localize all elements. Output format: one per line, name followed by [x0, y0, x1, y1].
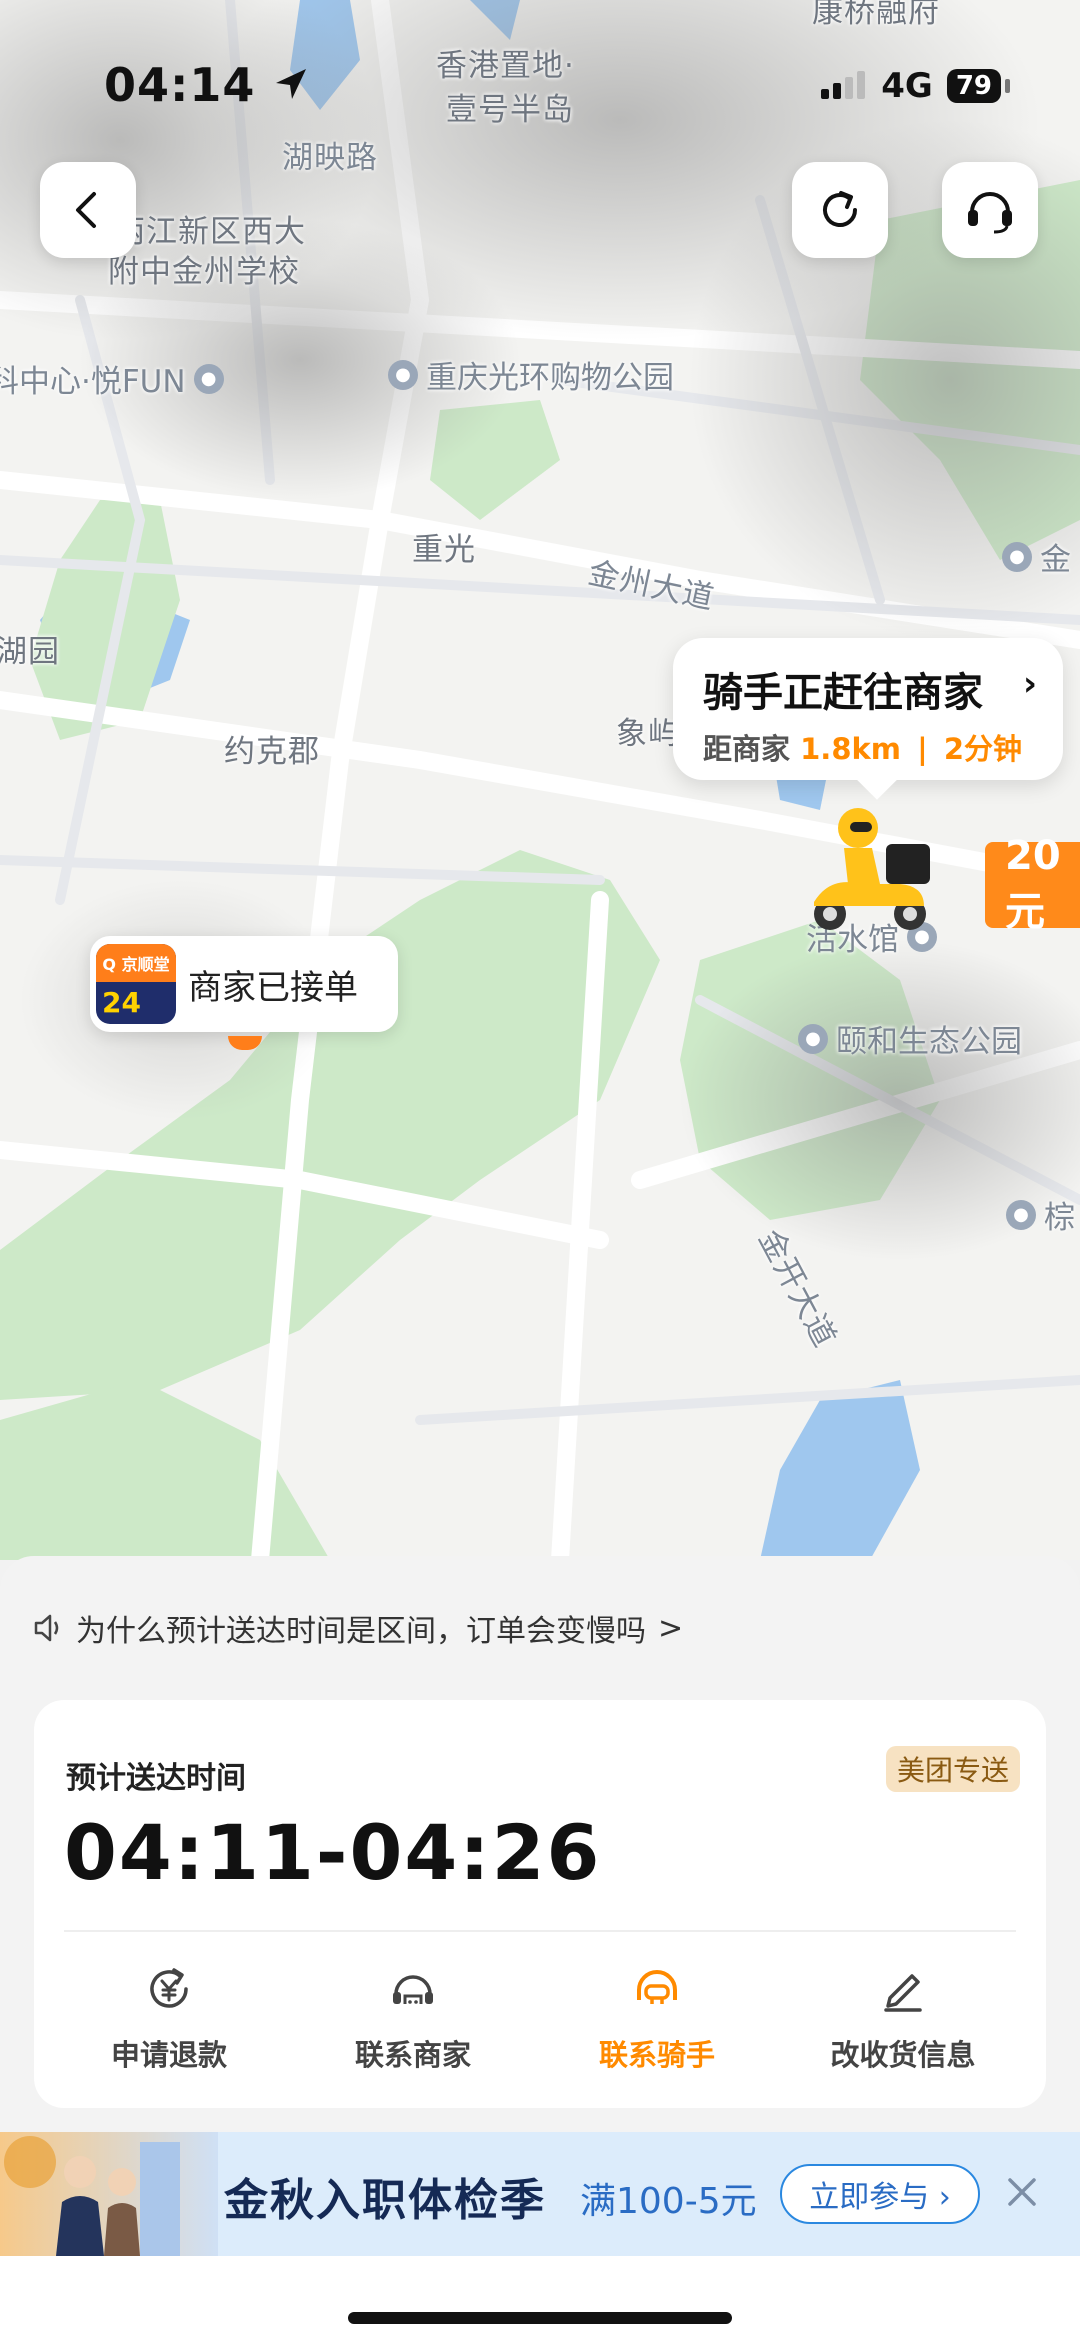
chevron-left-icon — [76, 192, 96, 228]
close-icon[interactable] — [1002, 2172, 1042, 2212]
merchant-logo: Q 京顺堂 24 — [96, 944, 176, 1024]
map-label-top: 康桥融府 — [812, 0, 940, 30]
home-indicator[interactable] — [348, 2312, 732, 2324]
contact-merchant-label: 联系商家 — [354, 2038, 471, 2072]
customer-service-button[interactable] — [942, 162, 1038, 258]
poi-yihe-park: ● 颐和生态公园 — [798, 1016, 1022, 1061]
poi-pin-icon: ● — [1002, 541, 1032, 572]
poi-pin-icon: ● — [1006, 1199, 1036, 1230]
map-label-school-2: 附中金州学校 — [108, 254, 300, 290]
signal-icon — [821, 71, 866, 99]
network-type: 4G — [881, 66, 933, 106]
eta-label: 预计送达时间 — [66, 1761, 246, 1796]
speaker-icon — [34, 1614, 59, 1642]
rider-scooter-icon[interactable] — [800, 806, 940, 936]
promo-offer: 满100-5元 — [580, 2181, 757, 2222]
rider-distance-value: 1.8km — [800, 732, 902, 766]
headset-icon — [968, 192, 1012, 234]
merchant-status-label: 商家已接单 — [188, 967, 358, 1008]
promo-title: 金秋入职体检季 — [224, 2175, 546, 2226]
contact-rider-label: 联系骑手 — [598, 2038, 715, 2072]
map-label-school-1: 两江新区西大 — [114, 214, 306, 250]
eta-time: 04:11-04:26 — [64, 1808, 602, 1897]
refund-label: 申请退款 — [110, 2038, 227, 2072]
promo-people-image — [4, 2136, 180, 2256]
map-label-hk-1: 香港置地· — [436, 48, 575, 84]
bottom-safe-area — [0, 2256, 1080, 2349]
chevron-right-icon: › — [1022, 664, 1037, 704]
merchant-status-tag[interactable]: Q 京顺堂 24 商家已接单 — [90, 936, 398, 1032]
delivery-map[interactable]: 香港置地· 壹号半岛 康桥融府 湖映路 两江新区西大 附中金州学校 科中心·悦F… — [0, 0, 1080, 1560]
refund-icon — [150, 1968, 188, 2008]
back-button[interactable] — [40, 162, 136, 258]
rider-contact-icon — [637, 1970, 677, 2004]
promo-illustration — [0, 2132, 218, 2256]
contact-rider-button[interactable]: 联系骑手 — [562, 1962, 752, 2082]
poi-pin-icon: ● — [388, 359, 418, 390]
poi-park-mall: ● 重庆光环购物公园 — [388, 352, 674, 397]
promo-join-button[interactable]: 立即参与 › — [780, 2164, 980, 2224]
poi-pin-icon: ● — [798, 1023, 828, 1054]
card-divider — [64, 1930, 1016, 1932]
edit-icon — [884, 1974, 922, 2012]
poi-jin: ● 金 — [1002, 534, 1071, 579]
refresh-icon — [823, 191, 857, 227]
map-label-xiangyu: 象屿 — [616, 716, 680, 752]
map-label-huying-road: 湖映路 — [282, 140, 378, 176]
status-right: 4G 79 — [821, 66, 1010, 106]
rider-eta-value: 2分钟 — [943, 732, 1023, 766]
map-label-chongguang: 重光 — [412, 532, 476, 568]
refresh-button[interactable] — [792, 162, 888, 258]
status-time: 04:14 — [104, 58, 312, 112]
poi-pin-icon: ● — [193, 363, 224, 394]
refund-button[interactable]: 申请退款 — [74, 1962, 264, 2082]
delivery-time-notice[interactable]: 为什么预计送达时间是区间，订单会变慢吗 > — [30, 1606, 683, 1650]
poi-zong: ● 棕 — [1006, 1192, 1075, 1237]
merchant-contact-icon — [393, 1975, 433, 2004]
location-arrow-icon — [276, 69, 307, 99]
notice-text: 为什么预计送达时间是区间，订单会变慢吗 — [76, 1614, 646, 1649]
rider-status-title: 骑手正赶往商家 — [703, 670, 983, 716]
chevron-right-icon: > — [658, 1610, 684, 1646]
map-label-hu-yuan: 湖园 — [0, 634, 60, 670]
rider-status-bubble[interactable]: 骑手正赶往商家 › 距商家 1.8km | 2分钟 — [673, 638, 1063, 780]
map-label-yuekejun: 约克郡 — [224, 734, 320, 770]
battery-icon: 79 — [946, 69, 1001, 103]
contact-merchant-button[interactable]: 联系商家 — [318, 1962, 508, 2082]
price-tag[interactable]: 20元 — [985, 833, 1080, 935]
battery-nub — [1005, 79, 1010, 93]
poi-science-center: 科中心·悦FUN ● — [0, 356, 224, 401]
rider-distance-line: 距商家 1.8km | 2分钟 — [703, 732, 1023, 766]
edit-address-button[interactable]: 改收货信息 — [808, 1962, 998, 2082]
edit-address-label: 改收货信息 — [830, 2038, 976, 2072]
delivery-service-badge: 美团专送 — [886, 1746, 1020, 1792]
map-label-hk-2: 壹号半岛 — [446, 92, 574, 128]
